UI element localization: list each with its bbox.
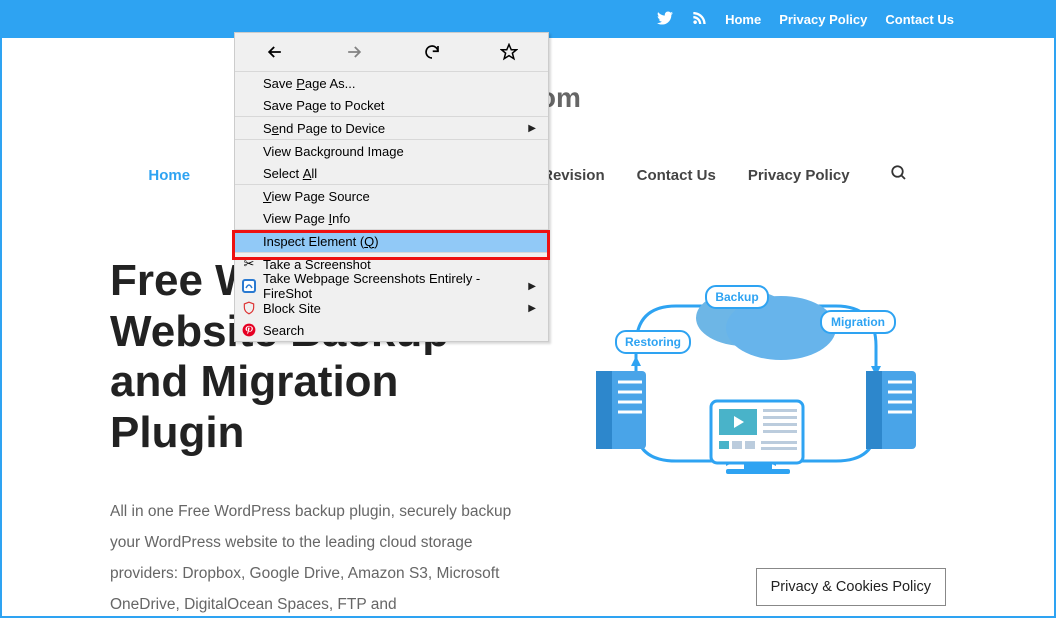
topbar-link-home[interactable]: Home <box>725 12 761 27</box>
twitter-icon[interactable] <box>657 10 673 29</box>
ctx-save-to-pocket[interactable]: Save Page to Pocket <box>235 94 548 116</box>
ctx-view-bg-image[interactable]: View Background Image <box>235 140 548 162</box>
back-icon[interactable] <box>265 42 285 62</box>
search-icon[interactable] <box>890 164 908 186</box>
topbar-link-privacy[interactable]: Privacy Policy <box>779 12 867 27</box>
ctx-send-to-device[interactable]: Send Page to Device▶ <box>235 117 548 139</box>
ctx-search[interactable]: Search <box>235 319 548 341</box>
nav-contact[interactable]: Contact Us <box>637 167 716 184</box>
hero-illustration: Restoring Backup Migration <box>566 256 946 516</box>
ctx-save-page-as[interactable]: Save Page As... <box>235 72 548 94</box>
ctx-select-all[interactable]: Select All <box>235 162 548 184</box>
svg-text:Migration: Migration <box>831 315 885 329</box>
scissors-icon: ✂ <box>241 256 257 272</box>
hero-paragraph: All in one Free WordPress backup plugin,… <box>110 496 526 620</box>
bookmark-icon[interactable] <box>500 43 518 61</box>
svg-text:Restoring: Restoring <box>625 335 681 349</box>
topbar-link-contact[interactable]: Contact Us <box>885 12 954 27</box>
reload-icon[interactable] <box>423 43 441 61</box>
ctx-view-info[interactable]: View Page Info <box>235 207 548 229</box>
pinterest-icon <box>241 322 257 338</box>
ctx-view-source[interactable]: View Page Source <box>235 185 548 207</box>
ctx-inspect-element[interactable]: Inspect Element (Q) <box>235 230 548 252</box>
nav-home[interactable]: Home <box>148 167 190 184</box>
ctx-fireshot[interactable]: Take Webpage Screenshots Entirely - Fire… <box>235 275 548 297</box>
shield-icon <box>241 300 257 316</box>
context-menu: Save Page As... Save Page to Pocket Send… <box>234 32 549 342</box>
cookies-box[interactable]: Privacy & Cookies Policy <box>756 568 946 606</box>
svg-text:Backup: Backup <box>715 290 758 304</box>
nav-revision[interactable]: Revision <box>542 167 605 184</box>
fireshot-icon <box>241 278 257 294</box>
ctx-block-site[interactable]: Block Site▶ <box>235 297 548 319</box>
rss-icon[interactable] <box>691 10 707 29</box>
ctx-nav-row <box>235 33 548 71</box>
nav-privacy[interactable]: Privacy Policy <box>748 167 850 184</box>
forward-icon[interactable] <box>344 42 364 62</box>
